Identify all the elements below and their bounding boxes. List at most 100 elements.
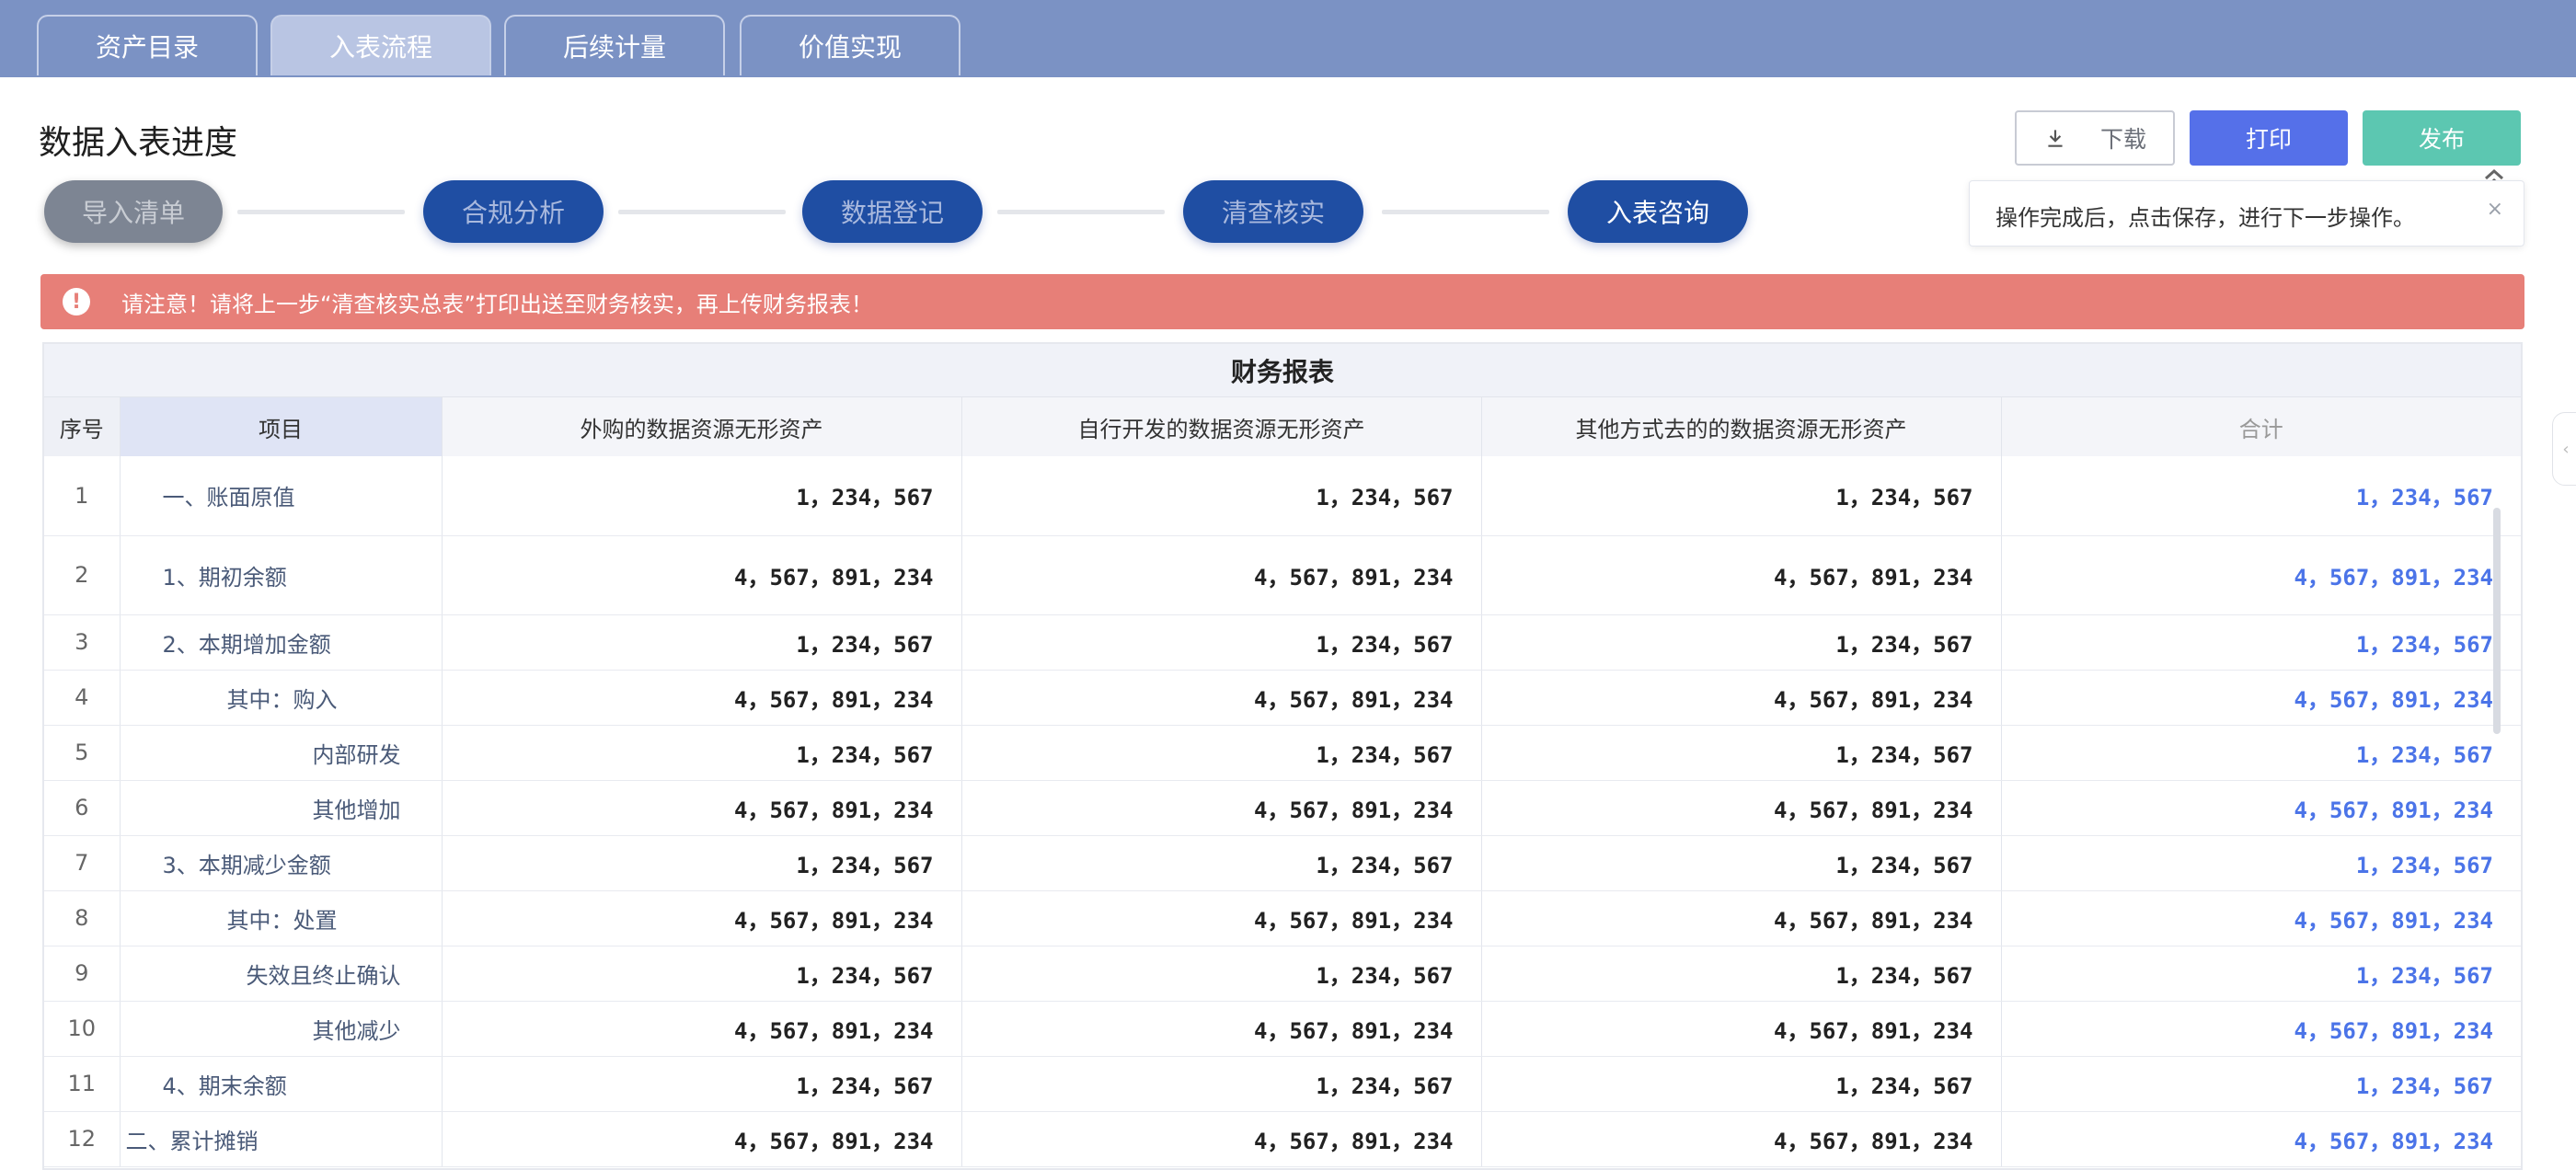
table-row: 3 2、本期增加金额 1，234，567 1，234，567 1，234，567 1，23… bbox=[44, 614, 2521, 671]
cell-total: 1，234，567 bbox=[2001, 835, 2521, 891]
cell-total: 1，234，567 bbox=[2001, 614, 2521, 671]
publish-button[interactable]: 发布 bbox=[2363, 110, 2521, 166]
cell-purchased: 1，234，567 bbox=[442, 614, 962, 671]
step-connector bbox=[237, 210, 405, 214]
download-button[interactable]: 下载 bbox=[2015, 110, 2175, 166]
cell-other-methods: 4，567，891，234 bbox=[1481, 1111, 2002, 1167]
cell-self-developed: 4，567，891，234 bbox=[961, 780, 1482, 836]
cell-total: 4，567，891，234 bbox=[2001, 535, 2521, 615]
row-seq: 6 bbox=[44, 780, 121, 836]
row-seq: 11 bbox=[44, 1056, 121, 1112]
header-total: 合计 bbox=[2001, 397, 2521, 456]
cell-self-developed: 1，234，567 bbox=[961, 946, 1482, 1002]
side-expand-handle[interactable]: ‹ bbox=[2552, 412, 2576, 486]
cell-other-methods: 4，567，891，234 bbox=[1481, 535, 2002, 615]
step-import-list[interactable]: 导入清单 bbox=[44, 180, 223, 243]
table-title: 财务报表 bbox=[44, 344, 2521, 397]
tab-onboarding-process[interactable]: 入表流程 bbox=[270, 15, 491, 75]
table-row: 12 二、累计摊销 4，567，891，234 4，567，891，234 4，567，… bbox=[44, 1111, 2521, 1167]
top-tab-bar: 资产目录 入表流程 后续计量 价值实现 bbox=[0, 0, 2576, 77]
row-seq: 1 bbox=[44, 456, 121, 536]
cell-self-developed: 1，234，567 bbox=[961, 835, 1482, 891]
tab-subsequent-measurement[interactable]: 后续计量 bbox=[504, 15, 725, 75]
cell-other-methods: 4，567，891，234 bbox=[1481, 670, 2002, 726]
close-icon[interactable]: × bbox=[2487, 198, 2503, 221]
cell-purchased: 1，234，567 bbox=[442, 835, 962, 891]
cell-other-methods: 1，234，567 bbox=[1481, 725, 2002, 781]
cell-self-developed: 4，567，891，234 bbox=[961, 1111, 1482, 1167]
row-item: 3、本期减少金额 bbox=[120, 835, 443, 891]
row-seq: 8 bbox=[44, 890, 121, 946]
download-label: 下载 bbox=[2099, 126, 2146, 153]
cell-self-developed: 4，567，891，234 bbox=[961, 890, 1482, 946]
table-scrollbar[interactable] bbox=[2493, 508, 2501, 734]
cell-other-methods: 1，234，567 bbox=[1481, 456, 2002, 536]
cell-purchased: 1，234，567 bbox=[442, 1056, 962, 1112]
hint-text: 操作完成后，点击保存，进行下一步操作。 bbox=[1995, 205, 2415, 231]
step-connector bbox=[618, 210, 786, 214]
row-item: 1、期初余额 bbox=[120, 535, 443, 615]
cell-total: 4，567，891，234 bbox=[2001, 670, 2521, 726]
row-seq: 10 bbox=[44, 1001, 121, 1057]
tab-value-realization[interactable]: 价值实现 bbox=[740, 15, 960, 75]
row-item: 一、账面原值 bbox=[120, 456, 443, 536]
cell-self-developed: 4，567，891，234 bbox=[961, 670, 1482, 726]
hint-popover: 操作完成后，点击保存，进行下一步操作。 × bbox=[1969, 180, 2524, 247]
row-item: 4、期末余额 bbox=[120, 1056, 443, 1112]
tab-asset-catalog[interactable]: 资产目录 bbox=[37, 15, 258, 75]
table-row: 7 3、本期减少金额 1，234，567 1，234，567 1，234，567 1，23… bbox=[44, 835, 2521, 891]
cell-total: 4，567，891，234 bbox=[2001, 1111, 2521, 1167]
row-item: 内部研发 bbox=[120, 725, 443, 781]
header-purchased: 外购的数据资源无形资产 bbox=[442, 397, 962, 456]
row-item: 二、累计摊销 bbox=[120, 1111, 443, 1167]
step-onboarding-consult[interactable]: 入表咨询 bbox=[1568, 180, 1748, 243]
page-title: 数据入表进度 bbox=[39, 124, 238, 162]
table-row: 1 一、账面原值 1，234，567 1，234，567 1，234，567 1，234，… bbox=[44, 456, 2521, 536]
cell-other-methods: 4，567，891，234 bbox=[1481, 890, 2002, 946]
cell-total: 1，234，567 bbox=[2001, 946, 2521, 1002]
row-item: 其他增加 bbox=[120, 780, 443, 836]
print-button[interactable]: 打印 bbox=[2190, 110, 2348, 166]
cell-total: 4，567，891，234 bbox=[2001, 890, 2521, 946]
row-item: 其中：处置 bbox=[120, 890, 443, 946]
cell-self-developed: 1，234，567 bbox=[961, 1056, 1482, 1112]
alert-text: 请注意！请将上一步“清查核实总表”打印出送至财务核实，再上传财务报表！ bbox=[121, 291, 873, 317]
cell-other-methods: 1，234，567 bbox=[1481, 614, 2002, 671]
cell-self-developed: 4，567，891，234 bbox=[961, 1001, 1482, 1057]
table-row: 2 1、期初余额 4，567，891，234 4，567，891，234 4，567，8… bbox=[44, 535, 2521, 615]
cell-purchased: 1，234，567 bbox=[442, 725, 962, 781]
row-seq: 9 bbox=[44, 946, 121, 1002]
cell-self-developed: 4，567，891，234 bbox=[961, 535, 1482, 615]
row-seq: 12 bbox=[44, 1111, 121, 1167]
step-connector bbox=[997, 210, 1165, 214]
row-item: 2、本期增加金额 bbox=[120, 614, 443, 671]
download-icon bbox=[2048, 130, 2063, 147]
cell-other-methods: 1，234，567 bbox=[1481, 1056, 2002, 1112]
step-compliance-analysis[interactable]: 合规分析 bbox=[423, 180, 604, 243]
warning-alert: ! 请注意！请将上一步“清查核实总表”打印出送至财务核实，再上传财务报表！ bbox=[40, 274, 2524, 329]
cell-self-developed: 1，234，567 bbox=[961, 725, 1482, 781]
header-other-methods: 其他方式去的的数据资源无形资产 bbox=[1481, 397, 2002, 456]
header-item: 项目 bbox=[120, 397, 443, 456]
step-inventory-check[interactable]: 清查核实 bbox=[1183, 180, 1363, 243]
table-row: 9 失效且终止确认 1，234，567 1，234，567 1，234，567 1，234… bbox=[44, 946, 2521, 1002]
table-row: 11 4、期末余额 1，234，567 1，234，567 1，234，567 1，234… bbox=[44, 1056, 2521, 1112]
step-data-registration[interactable]: 数据登记 bbox=[802, 180, 983, 243]
row-seq: 2 bbox=[44, 535, 121, 615]
cell-total: 1，234，567 bbox=[2001, 1056, 2521, 1112]
table-row: 8 其中：处置 4，567，891，234 4，567，891，234 4，567，89… bbox=[44, 890, 2521, 946]
financial-report-table: 财务报表 序号 项目 外购的数据资源无形资产 自行开发的数据资源无形资产 其他方… bbox=[42, 342, 2523, 1170]
row-seq: 7 bbox=[44, 835, 121, 891]
header-self-developed: 自行开发的数据资源无形资产 bbox=[961, 397, 1482, 456]
exclamation-icon: ! bbox=[63, 288, 90, 315]
step-connector bbox=[1382, 210, 1549, 214]
row-seq: 5 bbox=[44, 725, 121, 781]
cell-other-methods: 1，234，567 bbox=[1481, 835, 2002, 891]
cell-purchased: 4，567，891，234 bbox=[442, 890, 962, 946]
cell-purchased: 4，567，891，234 bbox=[442, 535, 962, 615]
cell-total: 1，234，567 bbox=[2001, 456, 2521, 536]
cell-self-developed: 1，234，567 bbox=[961, 456, 1482, 536]
row-item: 其他减少 bbox=[120, 1001, 443, 1057]
cell-self-developed: 1，234，567 bbox=[961, 614, 1482, 671]
cell-purchased: 4，567，891，234 bbox=[442, 780, 962, 836]
